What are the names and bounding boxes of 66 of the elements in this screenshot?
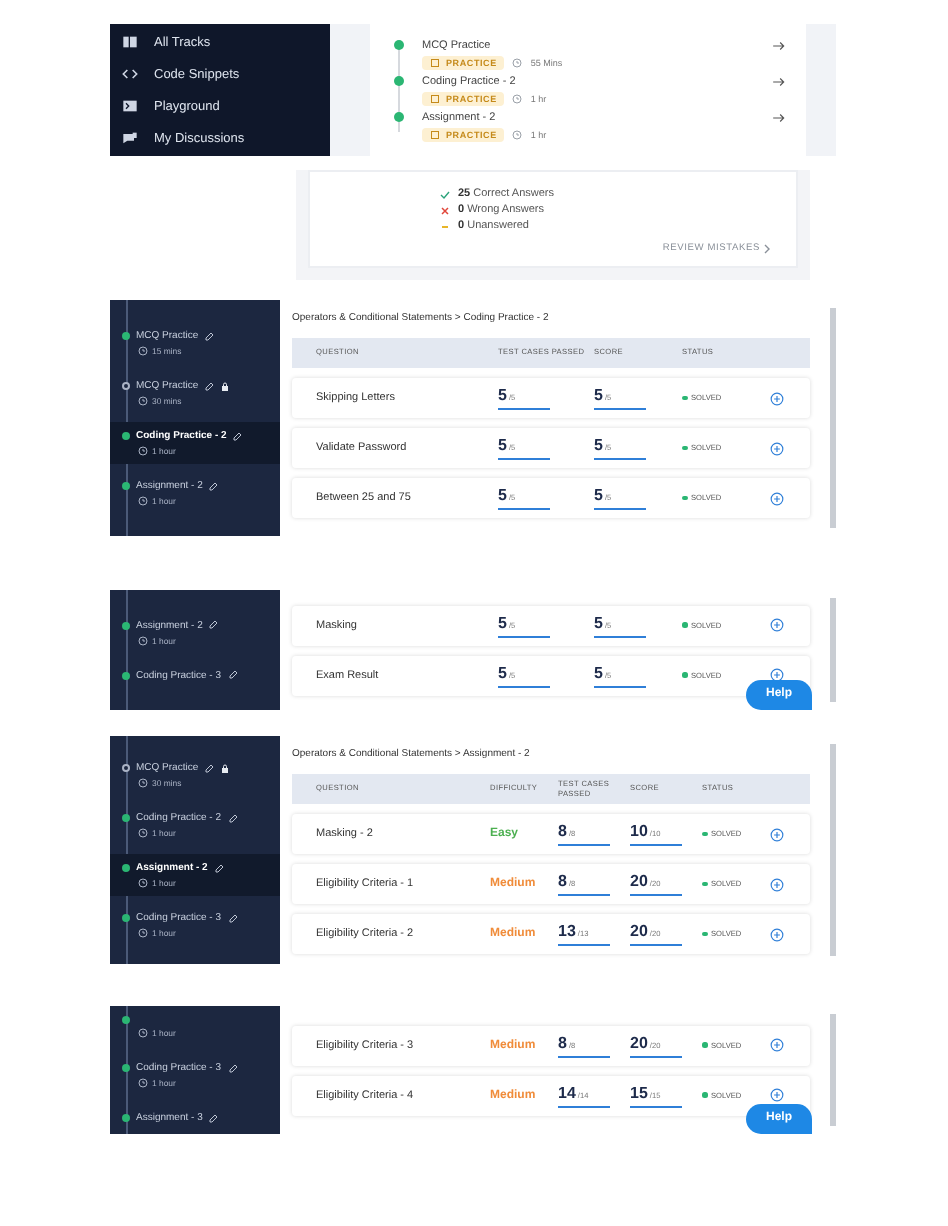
- status-dot: [702, 1042, 707, 1048]
- status-dot: [394, 76, 404, 86]
- terminal-icon: [122, 98, 138, 114]
- pencil-icon: [232, 431, 243, 441]
- scrollbar[interactable]: [830, 1014, 836, 1126]
- book-icon: [430, 57, 440, 67]
- plus-circle-icon: [770, 877, 784, 891]
- scrollbar[interactable]: [830, 308, 836, 528]
- status-dot: [394, 112, 404, 122]
- clock-icon: [138, 396, 148, 406]
- clock-icon: [138, 778, 148, 788]
- arrow-right-icon: [772, 39, 786, 51]
- status-dot: [682, 445, 687, 451]
- book-icon: [430, 129, 440, 139]
- cross-icon: [440, 205, 450, 215]
- status-dot: [702, 931, 707, 937]
- clock-icon: [138, 635, 148, 645]
- arrow-right-icon: [772, 75, 786, 87]
- pencil-icon: [208, 1113, 219, 1123]
- status-dot: [702, 881, 707, 887]
- chevron-right-icon: [762, 244, 772, 254]
- pencil-icon: [227, 913, 238, 923]
- status-dot: [682, 395, 687, 401]
- pencil-icon: [204, 331, 215, 341]
- clock-icon: [512, 93, 523, 103]
- clock-icon: [138, 1028, 148, 1038]
- status-dot: [682, 622, 687, 628]
- scrollbar[interactable]: [830, 598, 836, 702]
- plus-circle-icon: [770, 668, 784, 682]
- status-dot: [702, 831, 707, 837]
- clock-icon: [138, 928, 148, 938]
- arrow-right-icon: [772, 111, 786, 123]
- code-icon: [122, 66, 138, 82]
- book-icon: [430, 93, 440, 103]
- pencil-icon: [227, 813, 238, 823]
- clock-icon: [138, 828, 148, 838]
- clock-icon: [138, 878, 148, 888]
- pencil-icon: [208, 620, 219, 630]
- clock-icon: [138, 1078, 148, 1088]
- pencil-icon: [227, 1063, 238, 1073]
- status-dot: [682, 672, 687, 678]
- plus-circle-icon: [770, 927, 784, 941]
- pencil-icon: [213, 863, 224, 873]
- pencil-icon: [208, 481, 219, 491]
- clock-icon: [138, 496, 148, 506]
- scrollbar[interactable]: [830, 744, 836, 956]
- status-dot: [702, 1092, 707, 1098]
- plus-circle-icon: [770, 391, 784, 405]
- plus-circle-icon: [770, 1088, 784, 1102]
- pencil-icon: [227, 670, 238, 680]
- plus-circle-icon: [770, 1038, 784, 1052]
- status-dot: [682, 495, 687, 501]
- pencil-icon: [204, 381, 215, 391]
- clock-icon: [512, 129, 523, 139]
- clock-icon: [138, 446, 148, 456]
- plus-circle-icon: [770, 618, 784, 632]
- pencil-icon: [204, 763, 215, 773]
- clock-icon: [138, 346, 148, 356]
- plus-circle-icon: [770, 491, 784, 505]
- chat-icon: [122, 130, 138, 146]
- check-icon: [440, 189, 450, 199]
- plus-circle-icon: [770, 827, 784, 841]
- clock-icon: [512, 57, 523, 67]
- plus-circle-icon: [770, 441, 784, 455]
- grid-icon: [122, 34, 138, 50]
- status-dot: [394, 40, 404, 50]
